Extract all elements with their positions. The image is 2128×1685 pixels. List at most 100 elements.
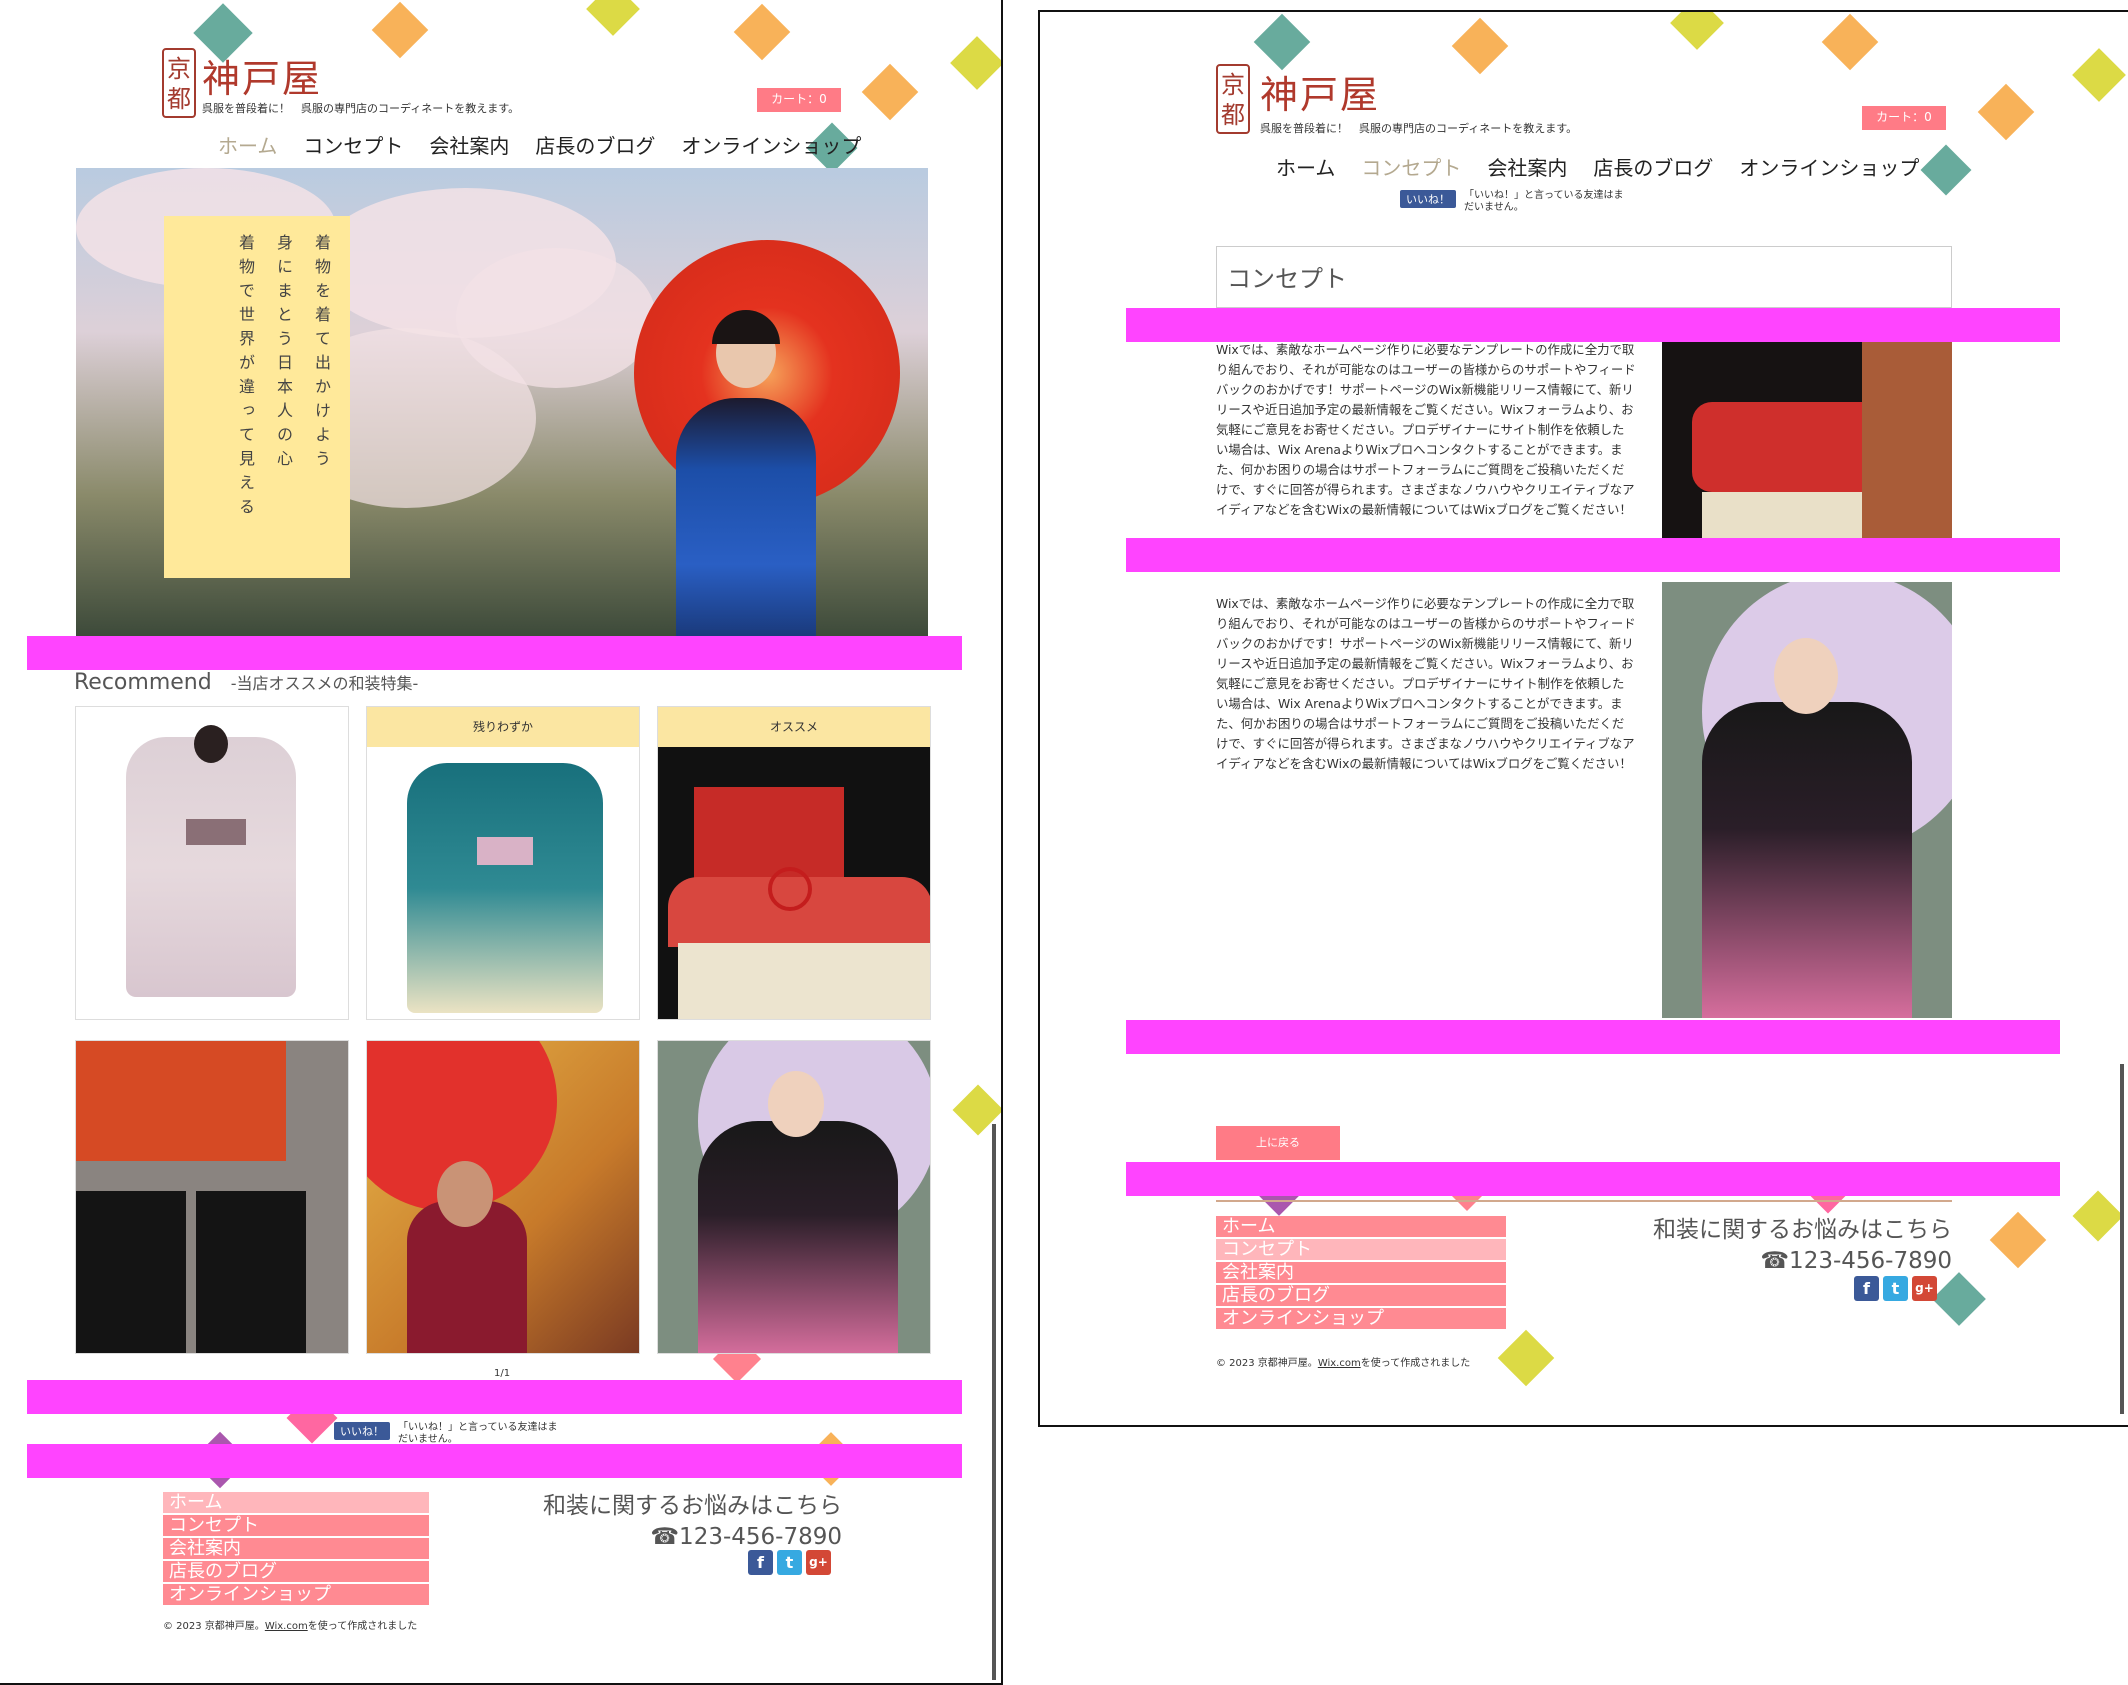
nav-blog[interactable]: 店長のブログ [535,130,655,159]
decor-diamond [1451,17,1509,75]
nav-shop[interactable]: オンラインショップ [1739,152,1919,181]
contact-block: 和装に関するお悩みはこちら ☎123-456-7890 [500,1486,842,1550]
decor-diamond [2072,48,2126,102]
product-card[interactable] [75,706,349,1020]
highlight-bar [1126,1162,2060,1196]
product-card[interactable] [75,1040,349,1354]
twitter-icon[interactable]: t [1883,1276,1908,1301]
nav-home[interactable]: ホーム [218,130,277,159]
shop-tagline: 呉服を普段着に！ 呉服の専門店のコーディネートを教えます。 [202,102,520,115]
nav-company[interactable]: 会社案内 [429,130,509,159]
highlight-bar [1126,1020,2060,1054]
decor-diamond [1920,144,1972,196]
shop-seal: 京 都 [1216,64,1250,134]
facebook-like: いいね！ 「いいね！」と言っている友達はまだいません。 [1400,190,1624,214]
facebook-like-text: 「いいね！」と言っている友達はまだいません。 [1464,190,1624,213]
decor-diamond [1497,1329,1555,1387]
decor-diamond [1821,13,1879,71]
decor-diamond [1977,83,2035,141]
footer-nav-home[interactable]: ホーム [163,1492,429,1513]
social-links: f t g+ [748,1550,831,1575]
shop-tagline: 呉服を普段着に！ 呉服の専門店のコーディネートを教えます。 [1260,122,1578,135]
highlight-bar [27,1444,962,1478]
main-nav: ホーム コンセプト 会社案内 店長のブログ オンラインショップ [218,130,861,159]
concept-title: コンセプト [1227,265,1347,293]
scrollbar[interactable] [992,1124,996,1680]
google-plus-icon[interactable]: g+ [806,1550,831,1575]
nav-concept[interactable]: コンセプト [1361,152,1461,181]
footer-nav-company[interactable]: 会社案内 [1216,1262,1506,1283]
facebook-icon[interactable]: f [748,1550,773,1575]
decor-diamond [586,0,640,36]
shop-seal: 京 都 [162,48,196,118]
footer-nav-concept[interactable]: コンセプト [1216,1239,1506,1260]
copyright-text: © 2023 京都神戸屋。 [163,1621,265,1632]
footer-nav-company[interactable]: 会社案内 [163,1538,429,1559]
card-label: オススメ [658,707,930,747]
footer-nav-home[interactable]: ホーム [1216,1216,1506,1237]
shop-name[interactable]: 神戸屋 [202,48,322,103]
contact-phone: ☎123-456-7890 [650,1524,842,1550]
hero-text-box: 着物を着て出かけよう 身にまとう日本人の心 着物で世界が違って見える [164,216,350,578]
nav-home[interactable]: ホーム [1276,152,1335,181]
footer-nav-blog[interactable]: 店長のブログ [1216,1285,1506,1306]
footer-nav-concept[interactable]: コンセプト [163,1515,429,1536]
footer-nav-shop[interactable]: オンラインショップ [163,1584,429,1605]
wix-link[interactable]: Wix.com [265,1621,308,1632]
footer-nav-blog[interactable]: 店長のブログ [163,1561,429,1582]
footer-divider [1216,1200,1952,1202]
wix-link[interactable]: Wix.com [1318,1358,1361,1369]
concept-paragraph: Wixでは、素敵なホームページ作りに必要なテンプレートの作成に全力で取り組んでお… [1216,596,1636,771]
decor-diamond [1253,13,1311,71]
decor-diamond [371,1,429,59]
decor-diamond [733,3,791,61]
social-links: f t g+ [1854,1276,1937,1301]
nav-concept[interactable]: コンセプト [303,130,403,159]
facebook-icon[interactable]: f [1854,1276,1879,1301]
product-card[interactable]: オススメ [657,706,931,1020]
concept-title-box: コンセプト [1216,246,1952,308]
recommend-title: Recommend -当店オススメの和装特集- [74,670,418,695]
obi-photo [1662,342,1952,542]
footer-menu: ホーム コンセプト 会社案内 店長のブログ オンラインショップ [163,1492,429,1605]
product-card[interactable] [366,1040,640,1354]
decor-diamond [1932,1272,1986,1326]
scrollbar[interactable] [2120,1064,2124,1414]
cart-button[interactable]: カート：0 [1862,106,1946,130]
concept-paragraph: Wixでは、素敵なホームページ作りに必要なテンプレートの作成に全力で取り組んでお… [1216,342,1636,517]
figure-shape [676,398,816,636]
hero-image: 着物を着て出かけよう 身にまとう日本人の心 着物で世界が違って見える [76,168,928,636]
decor-diamond [950,36,1001,90]
facebook-like-button[interactable]: いいね！ [1400,190,1456,208]
kimono-parasol-photo [1662,582,1952,1018]
nav-company[interactable]: 会社案内 [1487,152,1567,181]
product-card[interactable] [657,1040,931,1354]
pager[interactable]: 1/1 [494,1368,510,1379]
highlight-bar [1126,538,2060,572]
facebook-like-button[interactable]: いいね！ [334,1422,390,1440]
main-nav: ホーム コンセプト 会社案内 店長のブログ オンラインショップ [1276,152,1919,181]
back-to-top-button[interactable]: 上に戻る [1216,1126,1340,1160]
footer-nav-shop[interactable]: オンラインショップ [1216,1308,1506,1329]
cart-button[interactable]: カート：0 [757,88,841,112]
facebook-like-text: 「いいね！」と言っている友達はまだいません。 [398,1422,558,1445]
recommend-title-text: Recommend [74,670,212,695]
copyright: © 2023 京都神戸屋。Wix.comを使って作成されました [1216,1354,1470,1369]
nav-shop[interactable]: オンラインショップ [681,130,861,159]
copyright: © 2023 京都神戸屋。Wix.comを使って作成されました [163,1617,417,1632]
contact-block: 和装に関するお悩みはこちら ☎123-456-7890 [1600,1210,1952,1274]
card-label: 残りわずか [367,707,639,747]
decor-diamond [2072,1190,2124,1242]
shop-name[interactable]: 神戸屋 [1260,64,1380,119]
decor-diamond [1989,1211,2047,1269]
facebook-like: いいね！ 「いいね！」と言っている友達はまだいません。 [334,1422,558,1446]
twitter-icon[interactable]: t [777,1550,802,1575]
contact-question: 和装に関するお悩みはこちら [543,1493,842,1519]
nav-blog[interactable]: 店長のブログ [1593,152,1713,181]
decor-diamond [1670,12,1724,50]
contact-phone: ☎123-456-7890 [1760,1248,1952,1274]
google-plus-icon[interactable]: g+ [1912,1276,1937,1301]
copyright-suffix: を使って作成されました [1360,1358,1471,1369]
contact-question: 和装に関するお悩みはこちら [1653,1217,1952,1243]
product-card[interactable]: 残りわずか [366,706,640,1020]
